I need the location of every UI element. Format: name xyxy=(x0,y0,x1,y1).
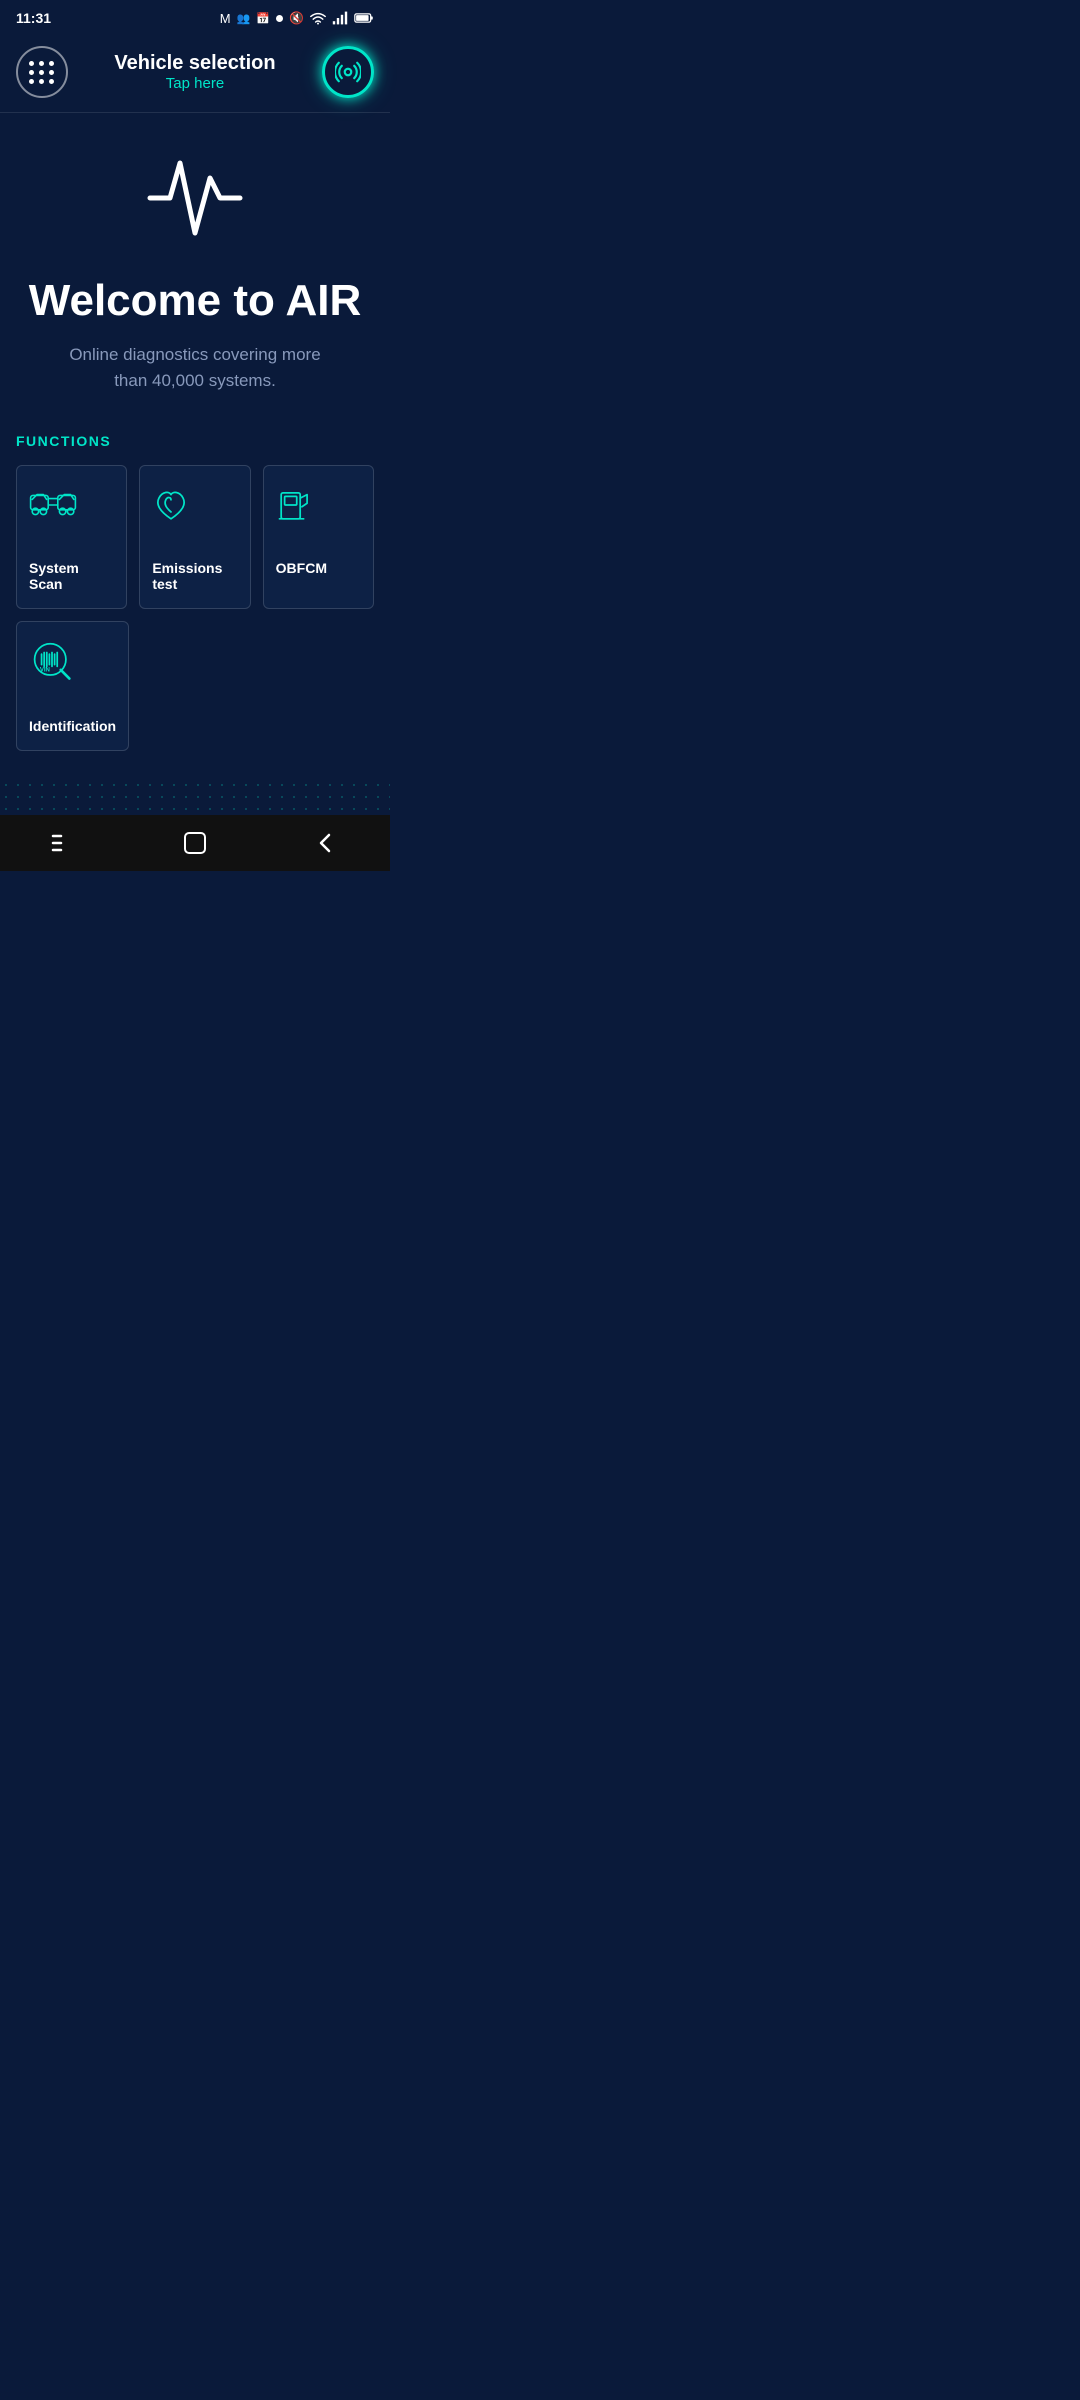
obfcm-label: OBFCM xyxy=(276,560,327,576)
nav-menu-button[interactable] xyxy=(51,832,79,854)
wifi-icon xyxy=(310,11,326,25)
svg-text:VIN: VIN xyxy=(40,667,50,674)
notification-dot xyxy=(276,15,283,22)
hero-subtitle: Online diagnostics covering more than 40… xyxy=(55,342,335,393)
functions-grid-top: System Scan Emissions test xyxy=(16,465,374,609)
functions-grid-bottom: VIN Identification xyxy=(16,621,374,751)
wireless-scan-icon xyxy=(335,59,361,85)
functions-section: FUNCTIONS xyxy=(0,423,390,771)
functions-label: FUNCTIONS xyxy=(16,433,374,449)
identification-label: Identification xyxy=(29,718,116,734)
menu-dots-grid xyxy=(29,61,55,84)
mute-icon: 🔇 xyxy=(289,11,304,25)
function-card-obfcm[interactable]: OBFCM xyxy=(263,465,374,609)
status-icons: M 👥 📅 🔇 xyxy=(220,11,374,26)
hero-section: Welcome to AIR Online diagnostics coveri… xyxy=(0,113,390,423)
identification-icon: VIN xyxy=(29,642,75,690)
app-logo xyxy=(145,153,245,248)
status-bar: 11:31 M 👥 📅 🔇 xyxy=(0,0,390,36)
emissions-icon xyxy=(152,486,190,532)
signal-icon xyxy=(332,11,348,25)
obfcm-icon xyxy=(276,486,314,532)
battery-icon xyxy=(354,11,374,25)
scan-button[interactable] xyxy=(322,46,374,98)
nav-home-button[interactable] xyxy=(181,829,209,857)
hero-title: Welcome to AIR xyxy=(29,276,362,326)
function-card-identification[interactable]: VIN Identification xyxy=(16,621,129,751)
emissions-label: Emissions test xyxy=(152,560,237,592)
function-card-system-scan[interactable]: System Scan xyxy=(16,465,127,609)
header: Vehicle selection Tap here xyxy=(0,36,390,113)
gmail-icon: M xyxy=(220,11,231,26)
menu-button[interactable] xyxy=(16,46,68,98)
system-scan-label: System Scan xyxy=(29,560,114,592)
dot-pattern-decoration xyxy=(0,779,390,815)
pulse-logo-icon xyxy=(145,153,245,243)
status-time: 11:31 xyxy=(16,10,51,26)
header-title: Vehicle selection xyxy=(114,52,275,75)
nav-back-button[interactable] xyxy=(311,829,339,857)
header-center: Vehicle selection Tap here xyxy=(114,52,275,92)
nav-bar xyxy=(0,815,390,871)
function-card-emissions[interactable]: Emissions test xyxy=(139,465,250,609)
calendar-icon: 📅 xyxy=(256,12,270,25)
system-scan-icon xyxy=(29,486,77,532)
header-subtitle[interactable]: Tap here xyxy=(114,75,275,92)
teams-icon: 👥 xyxy=(237,12,251,25)
